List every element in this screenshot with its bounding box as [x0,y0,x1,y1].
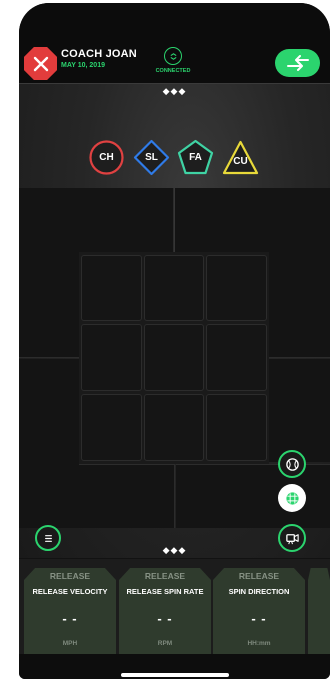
strike-zone-cell-1[interactable] [81,255,142,321]
strike-zone-cell-6[interactable] [206,324,267,391]
pitch-type-cu[interactable]: CU [222,139,259,176]
connection-status: CONNECTED [155,68,191,74]
pitch-type-label: FA [189,152,202,163]
zone-outer-top-left[interactable] [19,188,174,252]
grid-view-button[interactable] [278,484,306,512]
pitch-type-sl[interactable]: SL [133,139,170,176]
strike-zone-cell-4[interactable] [81,324,142,391]
top-drag-handle[interactable]: ◆◆◆ [19,86,330,97]
strike-zone-cell-7[interactable] [81,394,142,461]
metric-value: - - [62,611,78,626]
zone-outer-bottom-right[interactable] [176,464,330,528]
zone-outer-right-upper[interactable] [269,252,330,358]
close-x-icon [33,56,48,71]
bottom-drag-handle[interactable]: ◆◆◆ [19,545,330,556]
pitch-type-fa[interactable]: FA [177,139,214,176]
pitch-type-ch[interactable]: CH [88,139,125,176]
coach-name: COACH JOAN [61,48,137,60]
metric-title: RELEASE SPIN RATE [126,587,204,596]
home-indicator[interactable] [121,673,229,677]
metric-unit: RPM [157,640,173,647]
metric-unit: MPH [62,640,78,647]
strike-zone-cell-2[interactable] [144,255,204,321]
metrics-panel: RELEASE RELEASE VELOCITY - - MPH RELEASE… [19,559,330,654]
baseball-button[interactable] [278,450,306,478]
swap-button[interactable] [275,49,320,77]
strike-zone-cell-9[interactable] [206,394,267,461]
pitch-type-label: SL [145,152,158,163]
metric-category: RELEASE [49,571,91,581]
metric-value: - - [157,611,173,626]
strike-zone-cell-8[interactable] [144,394,204,461]
video-icon [285,533,299,544]
swap-arrows-icon [286,55,309,71]
metric-title: SPIN DIRECTION [228,587,290,596]
zone-outer-top-right[interactable] [175,188,330,252]
home-indicator-area [19,654,330,679]
baseball-icon [285,457,299,471]
metric-card-partial[interactable] [308,568,330,654]
metric-card-release-velocity[interactable]: RELEASE RELEASE VELOCITY - - MPH [24,568,116,654]
phone-screen: COACH JOAN MAY 10, 2019 CONNECTED ◆◆◆ CH [19,3,330,679]
pitch-type-label: CU [233,156,248,167]
menu-icon [44,534,52,542]
zone-outer-left-upper[interactable] [19,252,79,358]
strike-zone-cell-3[interactable] [206,255,267,321]
session-date: MAY 10, 2019 [61,62,105,69]
grid-icon [285,491,299,505]
metric-card-spin-direction[interactable]: RELEASE SPIN DIRECTION - - HH:mm [213,568,305,654]
metric-title: RELEASE VELOCITY [32,587,108,596]
metric-unit: HH:mm [247,640,271,647]
metric-card-release-spin-rate[interactable]: RELEASE RELEASE SPIN RATE - - RPM [119,568,211,654]
metric-category: RELEASE [238,571,280,581]
strike-zone-panel: ◆◆◆ CH SL FA CU ◆◆◆ [19,83,330,558]
app-header: COACH JOAN MAY 10, 2019 CONNECTED [19,3,330,83]
metric-category: RELEASE [144,571,186,581]
zone-outer-right-lower[interactable] [269,359,330,462]
metric-value: - - [251,611,267,626]
link-icon[interactable] [164,47,182,65]
close-button[interactable] [24,47,57,80]
pitch-type-label: CH [99,152,114,163]
zone-outer-bottom-left[interactable] [79,464,175,528]
strike-zone-cell-5[interactable] [144,324,204,391]
zone-outer-left-lower[interactable] [19,359,79,528]
